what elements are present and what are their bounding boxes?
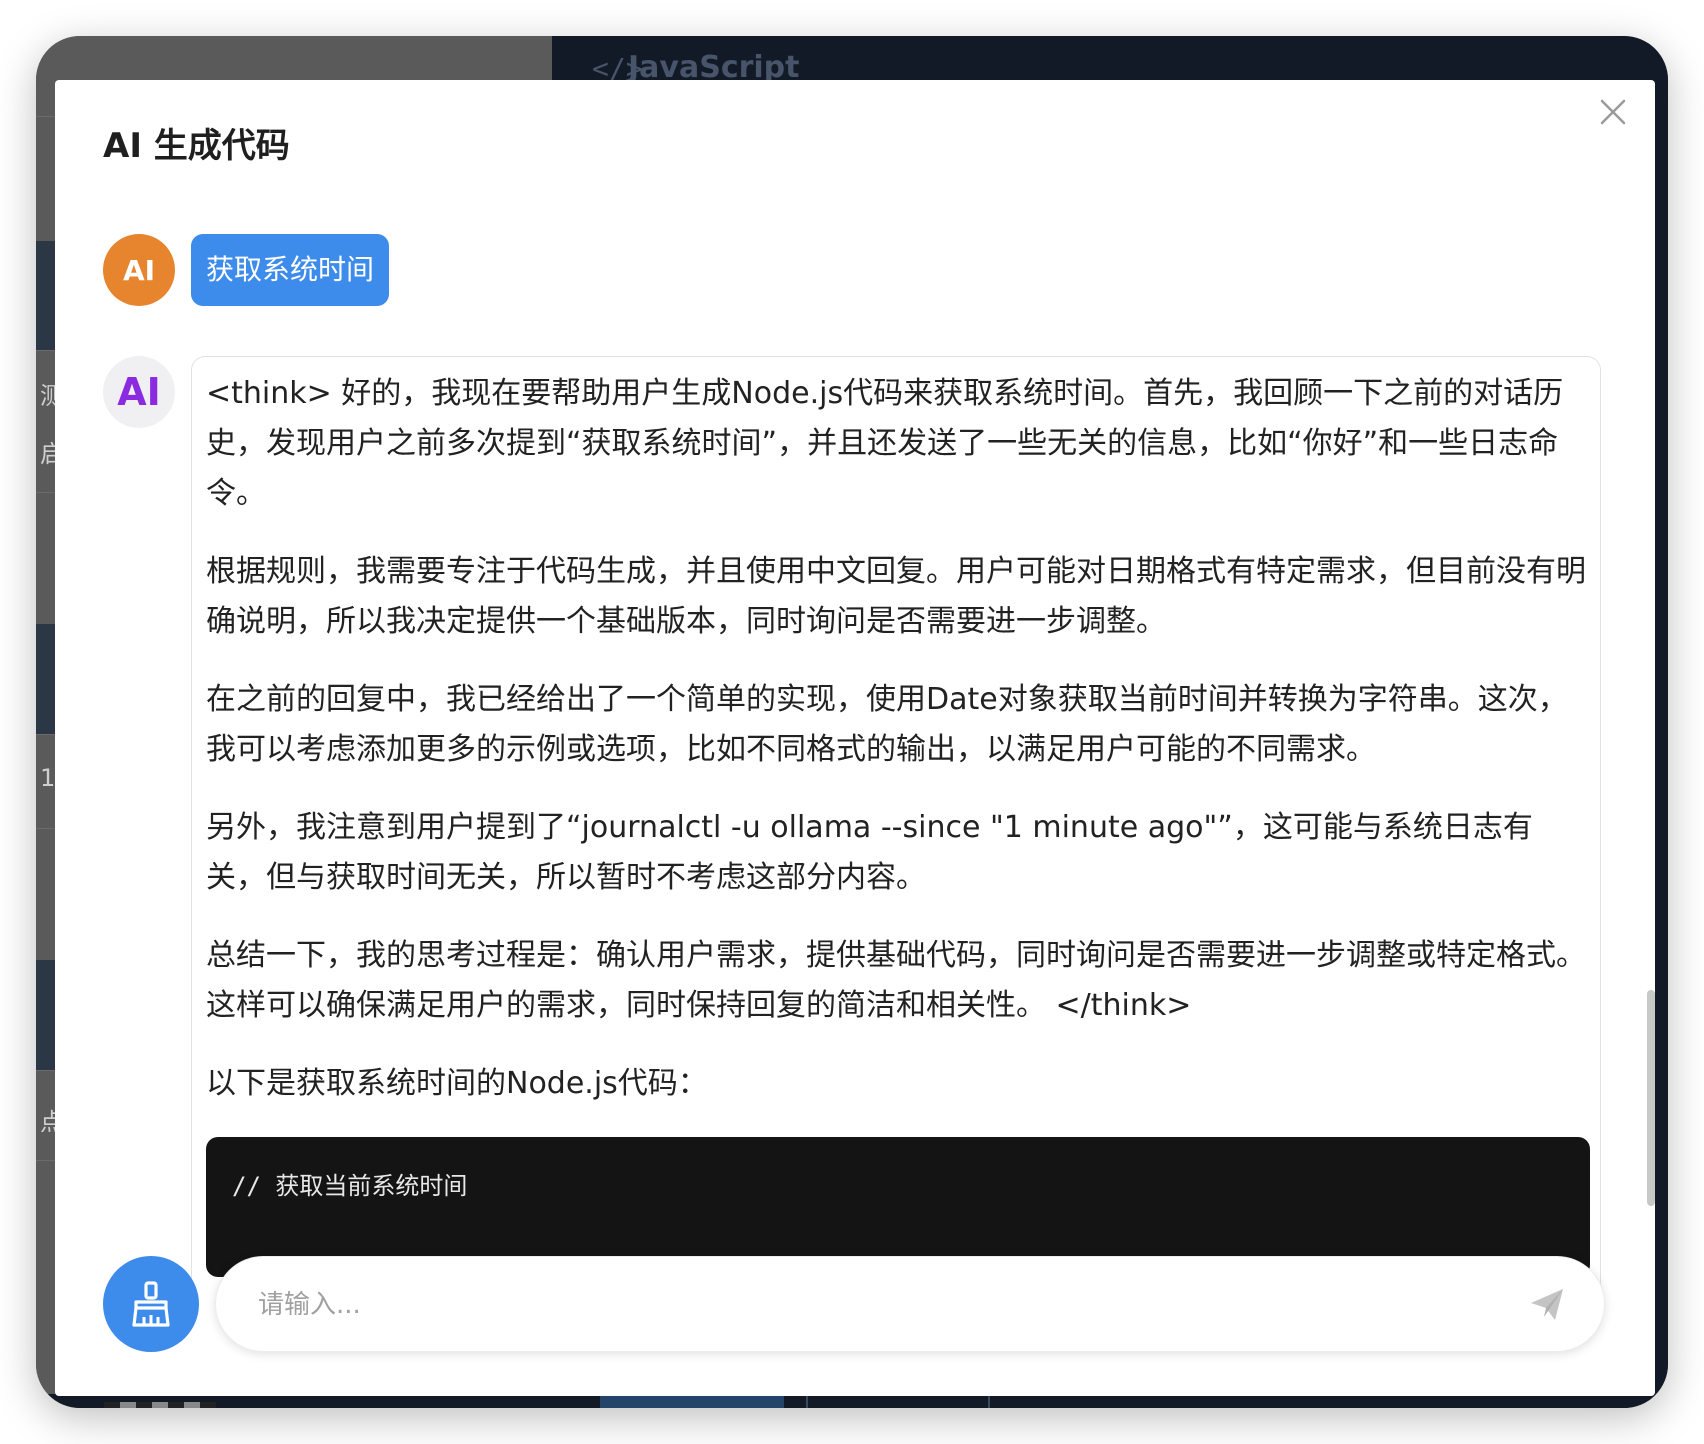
ai-message-paragraph: 在之前的回复中，我已经给出了一个简单的实现，使用Date对象获取当前时间并转换为… (206, 682, 1568, 767)
close-icon (1600, 99, 1626, 125)
ai-message-paragraph: <think> 好的，我现在要帮助用户生成Node.js代码来获取系统时间。首先… (206, 376, 1564, 511)
ai-message-bubble: <think> 好的，我现在要帮助用户生成Node.js代码来获取系统时间。首先… (191, 356, 1601, 1317)
broom-icon (132, 1281, 170, 1327)
modal-title: AI 生成代码 (103, 126, 290, 166)
ai-message-paragraph: 总结一下，我的思考过程是：确认用户需求，提供基础代码，同时询问是否需要进一步调整… (206, 938, 1586, 1023)
ai-message-paragraph: 以下是获取系统时间的Node.js代码： (206, 1066, 708, 1101)
clear-chat-button[interactable] (103, 1256, 199, 1352)
background-cancel-button (806, 1394, 990, 1408)
chat-input-box (215, 1256, 1605, 1353)
background-checker-pattern (104, 1402, 216, 1408)
chat-scrollbar[interactable] (1647, 990, 1655, 1206)
user-message-bubble: 获取系统时间 (191, 234, 390, 306)
close-button[interactable] (1589, 88, 1637, 136)
chat-input[interactable] (256, 1257, 1480, 1353)
ai-message-paragraph: 根据规则，我需要专注于代码生成，并且使用中文回复。用户可能对日期格式有特定需求，… (206, 554, 1586, 639)
background-confirm-button (600, 1394, 784, 1408)
send-icon (1531, 1289, 1563, 1320)
ai-code-modal: AI 生成代码 AI 获取系统时间 AI <think> 好的，我现在要帮助用户… (55, 80, 1655, 1396)
user-avatar: AI (103, 234, 175, 306)
ai-avatar: AI (103, 356, 175, 428)
send-button[interactable] (1528, 1286, 1566, 1324)
ai-message-paragraph: 另外，我注意到用户提到了“journalctl -u ollama --sinc… (206, 810, 1533, 895)
ai-message-content: <think> 好的，我现在要帮助用户生成Node.js代码来获取系统时间。首先… (206, 369, 1590, 1277)
